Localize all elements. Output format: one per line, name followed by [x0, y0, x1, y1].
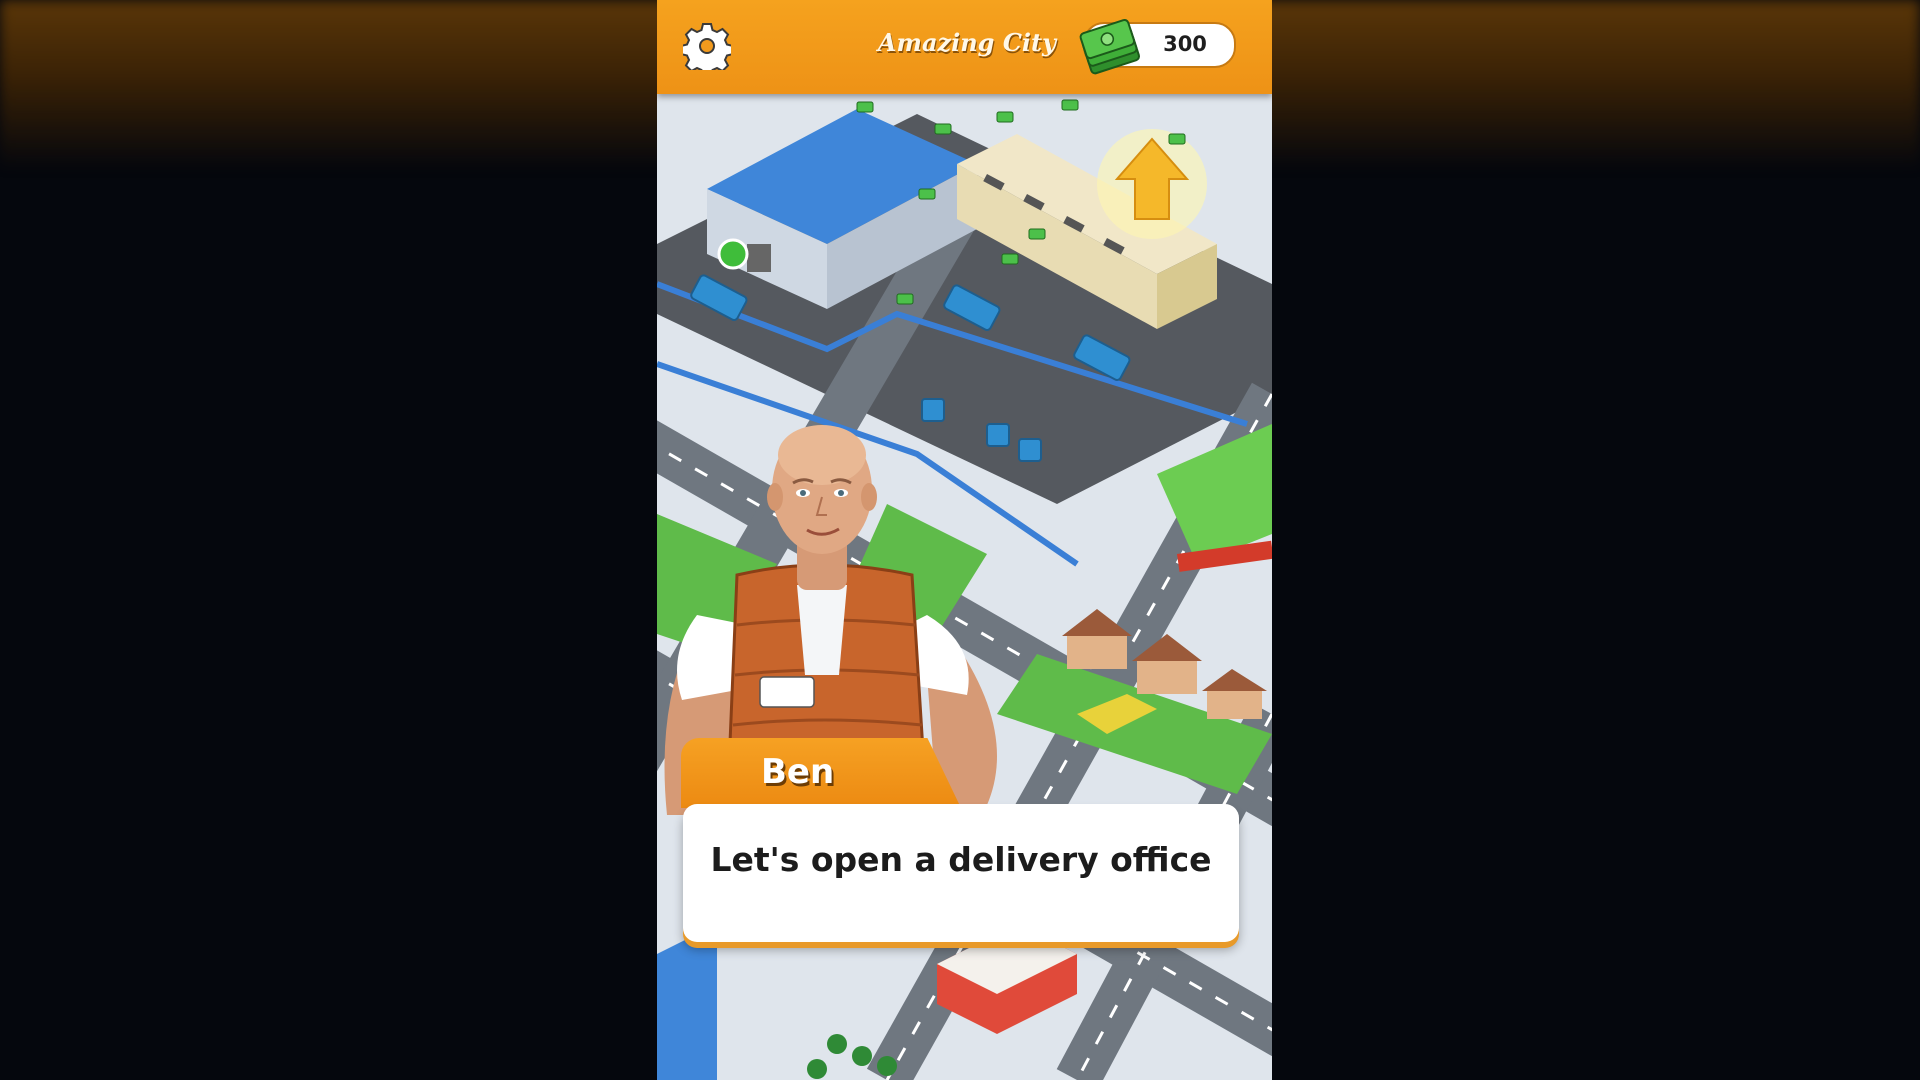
name-badge [759, 676, 815, 708]
cash-value: 300 [1163, 32, 1207, 56]
green-marker-icon [717, 238, 749, 270]
cash-stack-icon [1079, 19, 1141, 75]
game-viewport[interactable]: Amazing City 300 Ben Let's open a delive… [657, 0, 1272, 1080]
speaker-name-tab: Ben [681, 738, 961, 808]
speaker-name: Ben [761, 752, 835, 792]
upgrade-arrow-icon [1097, 129, 1207, 239]
dialogue-message: Let's open a delivery office [710, 840, 1212, 879]
gear-icon[interactable] [683, 22, 731, 70]
city-title: Amazing City [877, 28, 1057, 57]
dialogue-box[interactable]: Let's open a delivery office [683, 804, 1239, 942]
top-bar: Amazing City 300 [657, 0, 1272, 94]
